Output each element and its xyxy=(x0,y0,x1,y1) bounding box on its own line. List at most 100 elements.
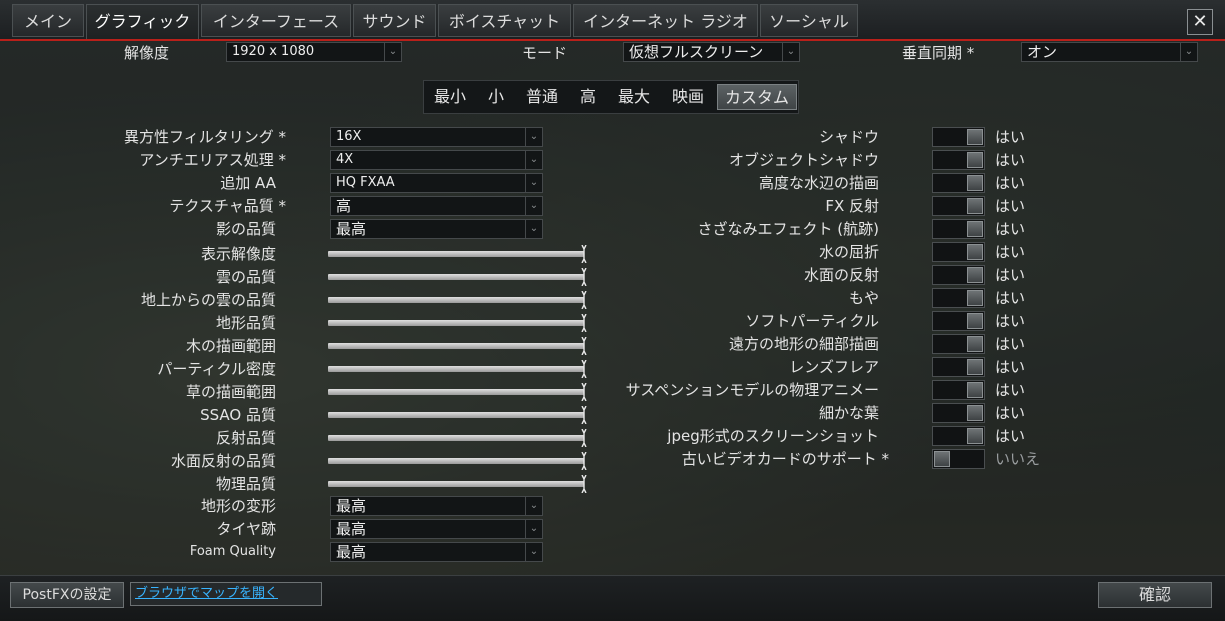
slider-label: 木の描画範囲 xyxy=(185,337,276,355)
toggle-label: 高度な水辺の描画 xyxy=(758,174,879,192)
confirm-button[interactable]: 確認 xyxy=(1098,582,1212,608)
slider-handle-icon[interactable] xyxy=(581,245,587,263)
toggle-switch[interactable] xyxy=(932,449,985,469)
chevron-down-icon: ⌄ xyxy=(525,520,542,538)
tab-radio[interactable]: インターネット ラジオ xyxy=(573,4,758,37)
toggle-knob xyxy=(967,313,983,329)
toggle-knob xyxy=(967,428,983,444)
mode-dropdown[interactable]: 仮想フルスクリーン ⌄ xyxy=(623,42,800,62)
tab-voicechat[interactable]: ボイスチャット xyxy=(438,4,571,37)
slider-handle-icon[interactable] xyxy=(581,268,587,286)
additional-aa-dropdown[interactable]: HQ FXAA ⌄ xyxy=(330,173,543,193)
toggle-switch[interactable] xyxy=(932,311,985,331)
toggle-switch[interactable] xyxy=(932,426,985,446)
quality-slider[interactable] xyxy=(328,452,587,470)
chevron-down-icon: ⌄ xyxy=(525,128,542,146)
tab-graphics[interactable]: グラフィック xyxy=(86,4,199,39)
toggle-label: jpeg形式のスクリーンショット xyxy=(667,427,879,445)
toggle-label: 水の屈折 xyxy=(818,243,879,261)
shadow-quality-label: 影の品質 xyxy=(215,220,276,238)
slider-handle-icon[interactable] xyxy=(581,383,587,401)
quality-preset-bar: 最小 小 普通 高 最大 映画 カスタム xyxy=(423,80,799,114)
slider-handle-icon[interactable] xyxy=(581,314,587,332)
tab-interface[interactable]: インターフェース xyxy=(201,4,351,37)
toggle-switch[interactable] xyxy=(932,219,985,239)
slider-handle-icon[interactable] xyxy=(581,291,587,309)
slider-handle-icon[interactable] xyxy=(581,429,587,447)
toggle-switch[interactable] xyxy=(932,288,985,308)
slider-label: 物理品質 xyxy=(215,475,276,493)
chevron-down-icon: ⌄ xyxy=(384,43,401,61)
anisotropic-label: 異方性フィルタリング * xyxy=(124,128,286,146)
slider-handle-icon[interactable] xyxy=(581,475,587,493)
close-icon[interactable]: ✕ xyxy=(1187,9,1213,35)
toggle-knob xyxy=(967,359,983,375)
slider-label: 地形品質 xyxy=(215,314,276,332)
foam-quality-dropdown[interactable]: 最高 ⌄ xyxy=(330,542,543,562)
chevron-down-icon: ⌄ xyxy=(525,220,542,238)
quality-slider[interactable] xyxy=(328,268,587,286)
texture-quality-dropdown[interactable]: 高 ⌄ xyxy=(330,196,543,216)
toggle-switch[interactable] xyxy=(932,357,985,377)
slider-handle-icon[interactable] xyxy=(581,452,587,470)
toggle-switch[interactable] xyxy=(932,334,985,354)
slider-handle-icon[interactable] xyxy=(581,337,587,355)
toggle-switch[interactable] xyxy=(932,127,985,147)
toggle-value: はい xyxy=(995,174,1026,192)
terrain-deformation-value: 最高 xyxy=(336,497,367,515)
toggle-switch[interactable] xyxy=(932,196,985,216)
postfx-settings-button[interactable]: PostFXの設定 xyxy=(10,582,124,608)
quality-slider[interactable] xyxy=(328,475,587,493)
tab-social[interactable]: ソーシャル xyxy=(760,4,858,37)
quality-slider[interactable] xyxy=(328,245,587,263)
preset-high[interactable]: 高 xyxy=(574,84,602,110)
shadow-quality-value: 最高 xyxy=(336,220,367,238)
toggle-knob xyxy=(967,129,983,145)
toggle-switch[interactable] xyxy=(932,380,985,400)
antialiasing-dropdown[interactable]: 4X ⌄ xyxy=(330,150,543,170)
chevron-down-icon: ⌄ xyxy=(525,151,542,169)
toggle-switch[interactable] xyxy=(932,150,985,170)
toggle-value: はい xyxy=(995,312,1026,330)
toggle-switch[interactable] xyxy=(932,265,985,285)
anisotropic-dropdown[interactable]: 16X ⌄ xyxy=(330,127,543,147)
preset-custom[interactable]: カスタム xyxy=(717,84,797,110)
slider-track xyxy=(328,435,584,441)
toggle-value: はい xyxy=(995,289,1026,307)
preset-max[interactable]: 最大 xyxy=(614,84,654,110)
quality-slider[interactable] xyxy=(328,383,587,401)
toggle-label: FX 反射 xyxy=(825,197,879,215)
preset-minimum[interactable]: 最小 xyxy=(428,84,472,110)
quality-slider[interactable] xyxy=(328,406,587,424)
tire-tracks-dropdown[interactable]: 最高 ⌄ xyxy=(330,519,543,539)
preset-low[interactable]: 小 xyxy=(482,84,510,110)
open-map-link[interactable]: ブラウザでマップを開く xyxy=(130,582,322,606)
quality-slider[interactable] xyxy=(328,314,587,332)
toggle-switch[interactable] xyxy=(932,173,985,193)
toggle-value: はい xyxy=(995,335,1026,353)
shadow-quality-dropdown[interactable]: 最高 ⌄ xyxy=(330,219,543,239)
preset-movie[interactable]: 映画 xyxy=(668,84,708,110)
vsync-dropdown[interactable]: オン ⌄ xyxy=(1021,42,1198,62)
preset-medium[interactable]: 普通 xyxy=(522,84,562,110)
slider-track xyxy=(328,297,584,303)
mode-value: 仮想フルスクリーン xyxy=(629,43,764,61)
toggle-value: はい xyxy=(995,151,1026,169)
slider-track xyxy=(328,274,584,280)
tab-main[interactable]: メイン xyxy=(12,4,84,37)
toggle-switch[interactable] xyxy=(932,242,985,262)
toggle-value: はい xyxy=(995,128,1026,146)
terrain-deformation-dropdown[interactable]: 最高 ⌄ xyxy=(330,496,543,516)
slider-label: 草の描画範囲 xyxy=(185,383,276,401)
tab-sound[interactable]: サウンド xyxy=(353,4,436,37)
toggle-value: はい xyxy=(995,266,1026,284)
resolution-dropdown[interactable]: 1920 x 1080 ⌄ xyxy=(226,42,402,62)
toggle-switch[interactable] xyxy=(932,403,985,423)
slider-handle-icon[interactable] xyxy=(581,360,587,378)
quality-slider[interactable] xyxy=(328,337,587,355)
quality-slider[interactable] xyxy=(328,360,587,378)
slider-handle-icon[interactable] xyxy=(581,406,587,424)
slider-track xyxy=(328,389,584,395)
quality-slider[interactable] xyxy=(328,429,587,447)
quality-slider[interactable] xyxy=(328,291,587,309)
